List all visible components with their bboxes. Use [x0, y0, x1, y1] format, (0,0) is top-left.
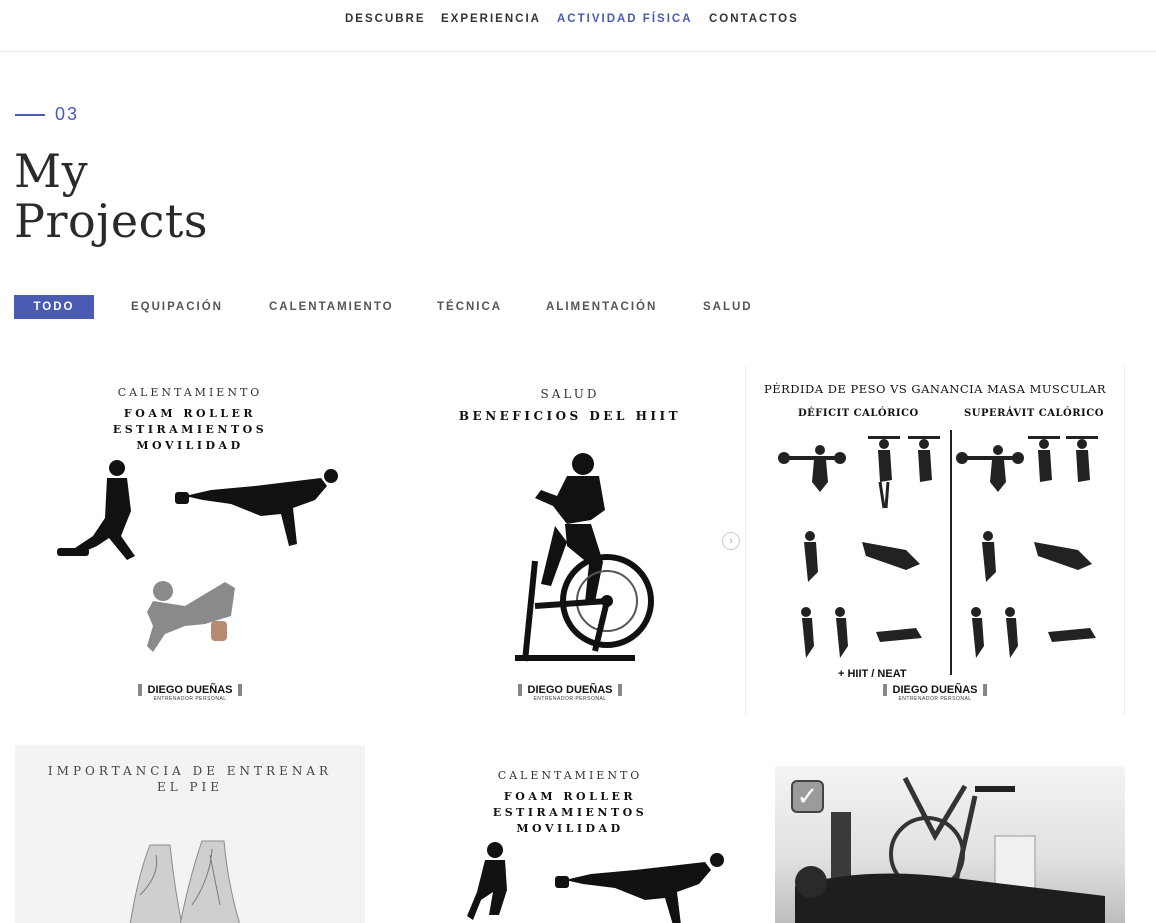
brand-subtitle: ENTRENADOR PERSONAL [533, 696, 607, 702]
brand-logo: DIEGO DUEÑAS ENTRENADOR PERSONAL [883, 684, 987, 702]
filter-todo[interactable]: TODO [14, 295, 94, 319]
section-title-line1: My [14, 144, 89, 198]
project-line: FOAM ROLLER [503, 790, 637, 803]
section-title-line2: Projects [14, 194, 208, 248]
exercise-grid-illustration [778, 436, 1098, 658]
project-line: ESTIRAMIENTOS [112, 423, 268, 436]
exercise-illustration [57, 460, 338, 652]
brand-logo: DIEGO DUEÑAS ENTRENADOR PERSONAL [518, 684, 622, 702]
carousel-next-arrow[interactable]: › [722, 532, 740, 550]
filter-calentamiento[interactable]: CALENTAMIENTO [269, 295, 394, 319]
brand-logo: DIEGO DUEÑAS ENTRENADOR PERSONAL [138, 684, 242, 702]
hiit-note: + HIIT / NEAT [838, 668, 907, 680]
exercise-illustration [467, 842, 724, 923]
brand-subtitle: ENTRENADOR PERSONAL [898, 696, 972, 702]
project-line: BENEFICIOS DEL HIIT [458, 409, 682, 423]
gym-photo [795, 776, 1105, 923]
project-category: CALENTAMIENTO [117, 386, 263, 399]
filter-salud[interactable]: SALUD [703, 295, 753, 319]
project-line: FOAM ROLLER [123, 407, 257, 420]
brand-subtitle: ENTRENADOR PERSONAL [153, 696, 227, 702]
brand-name: DIEGO DUEÑAS [883, 684, 987, 696]
nav-link-actividad-fisica[interactable]: ACTIVIDAD FÍSICA [557, 13, 693, 25]
project-line: el pie [156, 780, 224, 794]
section-title: My Projects [14, 146, 208, 246]
project-card-photo[interactable]: ✓ [775, 766, 1125, 923]
air-bike-illustration [515, 453, 654, 662]
project-category: CALENTAMIENTO [497, 769, 643, 782]
project-line: MOVILIDAD [136, 439, 244, 452]
project-card-salud[interactable]: SALUD BENEFICIOS DEL HIIT DIEGO DUEÑAS E… [395, 366, 745, 716]
project-title: PÉRDIDA DE PESO VS GANANCIA MASA MUSCULA… [763, 382, 1107, 396]
filter-alimentacion[interactable]: ALIMENTACIÓN [546, 295, 657, 319]
section-number-line [15, 113, 45, 116]
brand-name: DIEGO DUEÑAS [518, 684, 622, 696]
nav-link-contactos[interactable]: CONTACTOS [709, 13, 799, 25]
nav-link-experiencia[interactable]: EXPERIENCIA [441, 13, 541, 25]
top-navigation: DESCUBRE EXPERIENCIA ACTIVIDAD FÍSICA CO… [0, 0, 1156, 52]
brand-name: DIEGO DUEÑAS [138, 684, 242, 696]
right-heading: SUPERÁVIT CALÓRICO [964, 408, 1104, 419]
project-card-calentamiento[interactable]: CALENTAMIENTO FOAM ROLLER ESTIRAMIENTOS … [15, 366, 365, 716]
left-heading: DÉFICIT CALÓRICO [798, 408, 919, 419]
section-number-text: 03 [55, 104, 80, 124]
section-number: 03 [15, 104, 79, 125]
foot-anatomy-illustration [129, 840, 240, 923]
nav-link-descubre[interactable]: DESCUBRE [345, 13, 426, 25]
project-line: Importancia de entrenar [47, 764, 333, 778]
project-card-pie[interactable]: Importancia de entrenar el pie [15, 745, 365, 923]
project-line: ESTIRAMIENTOS [492, 806, 648, 819]
checkbox-icon: ✓ [791, 780, 824, 813]
filter-tecnica[interactable]: TÉCNICA [437, 295, 502, 319]
project-line: MOVILIDAD [516, 822, 624, 835]
filter-equipacion[interactable]: EQUIPACIÓN [131, 295, 223, 319]
project-card-calentamiento-2[interactable]: CALENTAMIENTO FOAM ROLLER ESTIRAMIENTOS … [395, 745, 745, 923]
project-category: SALUD [540, 387, 600, 401]
project-card-peso[interactable]: PÉRDIDA DE PESO VS GANANCIA MASA MUSCULA… [745, 366, 1125, 716]
